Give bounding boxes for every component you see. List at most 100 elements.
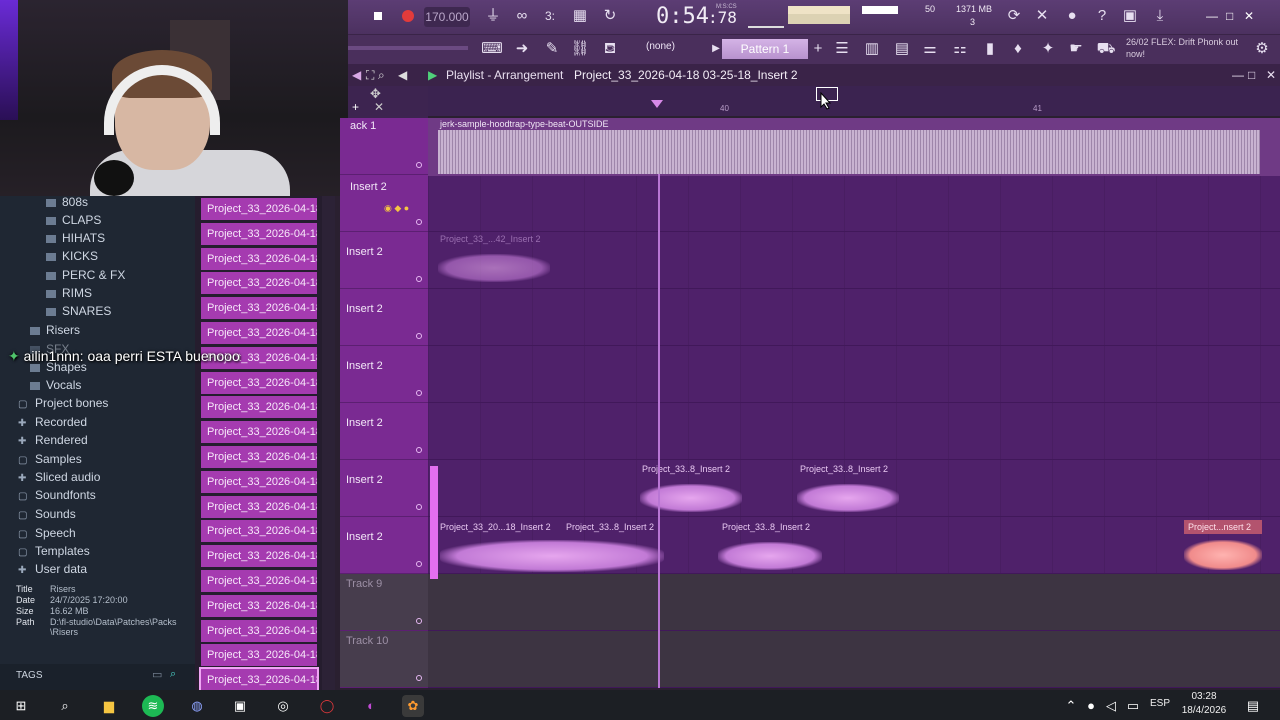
pattern-item[interactable]: Project_33_2026-04-18... [201,272,317,295]
track-lane[interactable] [428,346,1280,403]
tempo-display[interactable]: 170.000 [424,7,470,27]
track-enable-dot[interactable] [416,447,422,453]
clip-waveform[interactable] [438,254,550,282]
shop-icon[interactable]: ⛟ [1094,37,1118,61]
pattern-list-scrollbar[interactable] [322,196,335,690]
pattern-item[interactable]: Project_33_2026-04-18... [201,570,317,592]
pattern-item[interactable]: Project_33_2026-04-18... [201,322,317,344]
file-explorer-icon[interactable]: ▆ [98,695,120,717]
tags-label[interactable]: TAGS [16,670,42,681]
notification-icon[interactable]: ▤ [1242,695,1264,717]
volume-icon[interactable]: ◁ [1100,695,1122,717]
minimize-icon[interactable]: — [1206,9,1218,23]
browser-item-samples[interactable]: ▢ Samples [18,450,82,468]
pattern-select[interactable]: Pattern 1 [722,39,808,59]
browser-folder[interactable]: PERC & FX [46,266,125,284]
browser-folder[interactable]: HIHATS [46,229,105,247]
mixer-icon[interactable]: ⚌ [918,37,942,61]
countdown-icon[interactable]: 3: [538,4,562,28]
capcut-icon[interactable]: ▣ [229,695,251,717]
mic-icon[interactable]: ● [1060,4,1084,28]
refresh-icon[interactable]: ⟳ [1002,4,1026,28]
browser-item-speech[interactable]: ▢ Speech [18,524,76,542]
fullscreen-icon[interactable]: ⛶ [366,64,374,86]
master-pitch-slider[interactable] [348,46,468,50]
file-icon[interactable]: ▮ [978,37,1002,61]
snap-select[interactable]: (none) [646,41,696,52]
export-icon[interactable]: ⤓ [1148,4,1172,28]
tools-icon[interactable]: ✦ [1036,37,1060,61]
stamp-icon[interactable]: ⛾ [598,37,622,61]
browser-folder[interactable]: SNARES [46,302,111,320]
song-position-marker[interactable] [651,100,663,108]
clip-waveform[interactable] [640,484,742,512]
taskbar-clock[interactable]: 03:28 18/4/2026 [1176,690,1232,718]
timeline-ruler[interactable] [428,86,1280,116]
track-header[interactable]: Insert 2 [340,346,428,403]
opera-icon[interactable]: ◯ [316,695,338,717]
playlist-close-icon[interactable]: ✕ [1266,64,1276,86]
browser-item-rendered[interactable]: ✚ Rendered [18,431,88,449]
zoom-icon[interactable]: ⌕ [378,64,385,86]
track-lane[interactable] [428,403,1280,460]
track-enable-dot[interactable] [416,618,422,624]
help-icon[interactable]: ? [1090,4,1114,28]
browser-folder[interactable]: KICKS [46,247,98,265]
track-enable-dot[interactable] [416,333,422,339]
delete-tool-icon[interactable]: ✕ [374,100,384,114]
pattern-item[interactable]: Project_33_2026-04-18... [201,421,317,444]
metronome-icon[interactable]: ⏚ [481,4,505,28]
playlist-maximize-icon[interactable]: □ [1248,64,1255,86]
maximize-icon[interactable]: □ [1226,9,1233,23]
track-header[interactable]: Track 10 [340,631,428,688]
close-tools-icon[interactable]: ✕ [1030,4,1054,28]
track-header[interactable]: Insert 2 [340,289,428,346]
track-lane[interactable] [428,631,1280,688]
track-lane[interactable] [428,175,1280,232]
mic-tray-icon[interactable]: ● [1080,695,1102,717]
plugin-icon[interactable]: ♦ [1006,37,1030,61]
windows-start-icon[interactable]: ⊞ [10,695,32,717]
pattern-item[interactable]: Project_33_2026-04-18... [201,470,317,493]
save-icon[interactable]: ▣ [1118,4,1142,28]
pattern-item[interactable]: Project_33_2026-04-18... [201,198,317,220]
browser-folder[interactable]: Vocals [30,376,81,394]
creative-cloud-icon[interactable]: ◐ [360,695,382,717]
pattern-item[interactable]: Project_33_2026-04-18... [201,495,317,518]
pattern-item[interactable]: Project_33_2026-04-18... [201,545,317,568]
browser-folder[interactable]: RIMS [46,284,92,302]
language-indicator[interactable]: ESP [1150,698,1170,709]
pattern-item[interactable]: Project_33_2026-04-18... [199,667,319,694]
pattern-item[interactable]: Project_33_2026-04-18... [201,396,317,419]
pattern-item[interactable]: Project_33_2026-04-18... [201,520,317,543]
browser-item-user-data[interactable]: ✚ User data [18,560,87,578]
search-icon[interactable]: ⌕ [54,695,76,717]
track-enable-dot[interactable] [416,675,422,681]
playhead[interactable] [658,174,660,688]
browser-item-recorded[interactable]: ✚ Recorded [18,413,87,431]
browser-folder[interactable]: 808s [46,193,88,211]
channel-rack-icon[interactable]: ▤ [890,37,914,61]
piano-roll-icon[interactable]: ▥ [860,37,884,61]
add-pattern-icon[interactable]: + [806,37,830,61]
browser-folder[interactable]: Risers [30,321,80,339]
browser-item-project-bones[interactable]: ▢ Project bones [18,394,108,412]
track-enable-dot[interactable] [416,276,422,282]
browser-folder[interactable]: CLAPS [46,211,101,229]
clip-waveform[interactable] [797,484,899,512]
track-header[interactable]: Insert 2 [340,460,428,517]
pattern-item[interactable]: Project_33_2026-04-18... [201,222,317,245]
track-header[interactable]: Insert 2 ◉ ◆ ● [340,175,428,232]
step-edit-icon[interactable]: ▦ [568,4,592,28]
obs-icon[interactable]: ◎ [272,695,294,717]
track-enable-dot[interactable] [416,219,422,225]
track-enable-dot[interactable] [416,390,422,396]
playlist-icon[interactable]: ☰ [830,37,854,61]
settings-gear-icon[interactable]: ⚙ [1250,37,1274,61]
browser-app-icon[interactable]: ◍ [186,695,208,717]
brush-icon[interactable]: ✎ [540,37,564,61]
track-header[interactable]: Insert 2 [340,232,428,289]
close-icon[interactable]: ✕ [1244,9,1254,23]
track-header[interactable]: Insert 2 [340,403,428,460]
wait-input-icon[interactable]: ∞ [510,4,534,28]
